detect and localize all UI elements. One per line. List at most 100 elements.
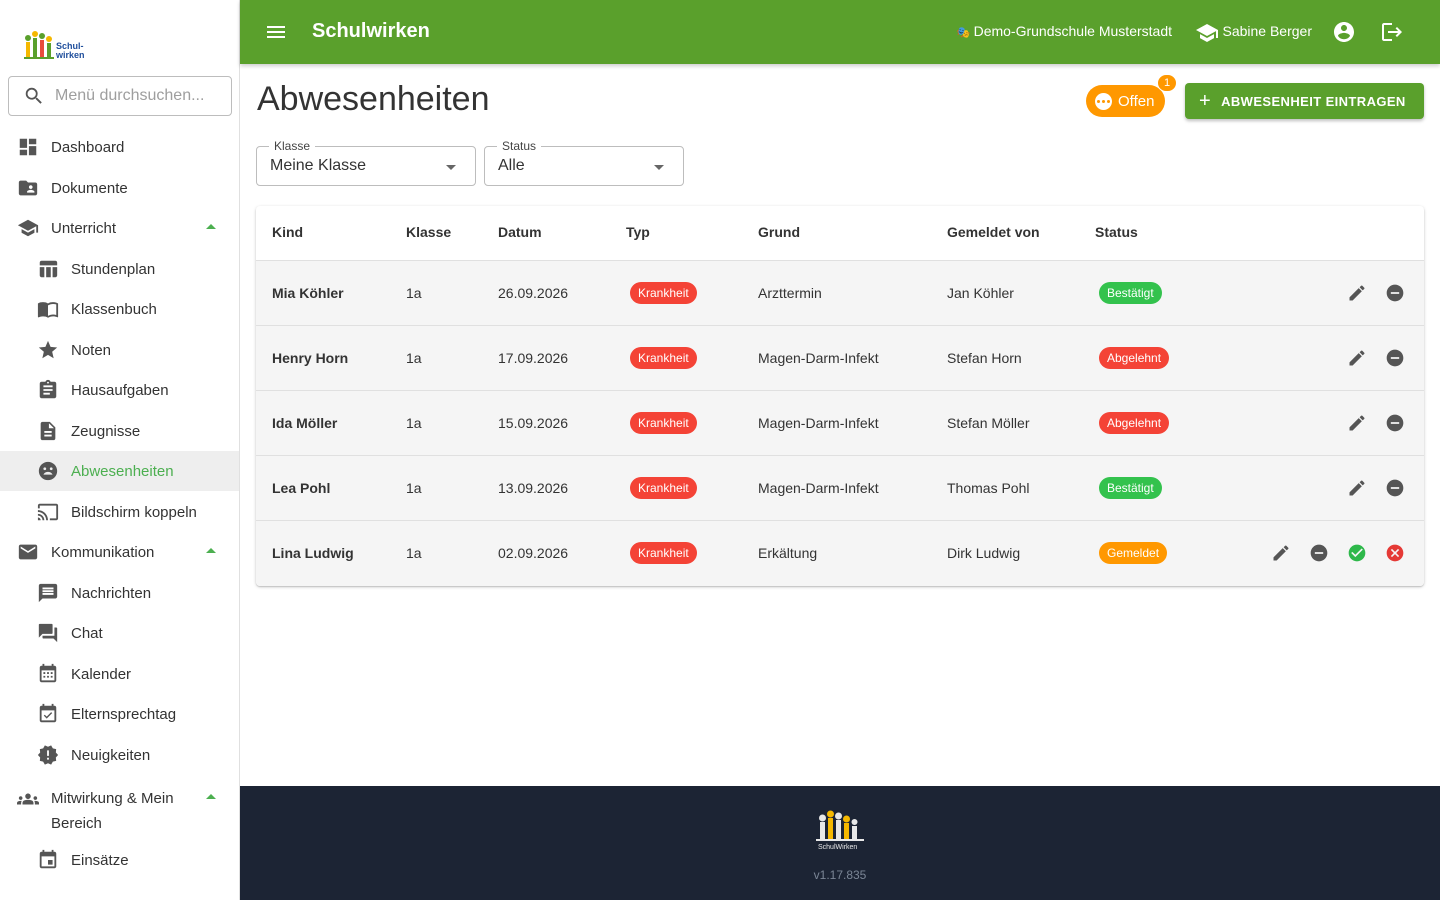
- sidebar: Schul- wirken Dashboard Dokumente Unterr…: [0, 0, 240, 900]
- table-row[interactable]: Lea Pohl 1a 13.09.2026 Krankheit Magen-D…: [256, 456, 1424, 521]
- nav-zeugnisse[interactable]: Zeugnisse: [0, 411, 239, 451]
- nav-kommunikation[interactable]: Kommunikation: [0, 532, 239, 572]
- remove-circle-icon[interactable]: [1385, 283, 1405, 303]
- add-absence-button[interactable]: + ABWESENHEIT EINTRAGEN: [1185, 83, 1424, 119]
- cell-klasse: 1a: [406, 350, 422, 366]
- nav-einsaetze[interactable]: Einsätze: [0, 840, 239, 880]
- status-select[interactable]: Status Alle: [484, 139, 684, 186]
- nav-neuigkeiten[interactable]: Neuigkeiten: [0, 735, 239, 775]
- menu-search-input[interactable]: [55, 87, 225, 105]
- col-header-status[interactable]: Status: [1095, 224, 1138, 240]
- table-icon: [37, 258, 59, 280]
- status-label: Status: [497, 139, 542, 153]
- calendar-icon: [37, 663, 59, 685]
- nav-label: Kommunikation: [51, 543, 155, 561]
- nav-nachrichten[interactable]: Nachrichten: [0, 573, 239, 613]
- table-row[interactable]: Lina Ludwig 1a 02.09.2026 Krankheit Erkä…: [256, 521, 1424, 586]
- app-version: v1.17.835: [813, 868, 867, 882]
- menu-icon[interactable]: [264, 20, 288, 44]
- col-header-kind[interactable]: Kind: [272, 224, 303, 240]
- star-icon: [37, 339, 59, 361]
- status-value: Alle: [498, 157, 525, 174]
- nav-label: Einsätze: [71, 851, 129, 869]
- schulwirken-logo[interactable]: Schul- wirken: [22, 28, 92, 62]
- approve-check-icon[interactable]: [1347, 543, 1367, 563]
- nav-hausaufgaben[interactable]: Hausaufgaben: [0, 370, 239, 410]
- klasse-label: Klasse: [269, 139, 316, 153]
- table-row[interactable]: Ida Möller 1a 15.09.2026 Krankheit Magen…: [256, 391, 1424, 456]
- nav-label: Bildschirm koppeln: [71, 503, 197, 521]
- cell-datum: 26.09.2026: [498, 285, 569, 301]
- chevron-up-icon: [206, 224, 216, 229]
- table-row[interactable]: Henry Horn 1a 17.09.2026 Krankheit Magen…: [256, 326, 1424, 391]
- absences-table: Kind Klasse Datum Typ Grund Gemeldet von…: [256, 206, 1424, 586]
- logout-icon[interactable]: [1380, 20, 1404, 44]
- edit-icon[interactable]: [1347, 348, 1367, 368]
- cell-gemeldet-von: Stefan Möller: [947, 415, 1030, 431]
- cell-kind: Lina Ludwig: [272, 545, 354, 561]
- dashboard-icon: [17, 136, 39, 158]
- nav-stundenplan[interactable]: Stundenplan: [0, 249, 239, 289]
- remove-circle-icon[interactable]: [1309, 543, 1329, 563]
- school-icon: [17, 217, 39, 239]
- typ-chip: Krankheit: [630, 412, 697, 434]
- account-circle-icon[interactable]: [1332, 20, 1356, 44]
- nav-bildschirm-koppeln[interactable]: Bildschirm koppeln: [0, 492, 239, 532]
- more-dots-icon: [1095, 92, 1112, 110]
- remove-circle-icon[interactable]: [1385, 348, 1405, 368]
- offen-label: Offen: [1118, 92, 1155, 110]
- cell-datum: 17.09.2026: [498, 350, 569, 366]
- book-open-icon: [37, 298, 59, 320]
- nav-kalender[interactable]: Kalender: [0, 654, 239, 694]
- nav-chat[interactable]: Chat: [0, 613, 239, 653]
- edit-icon[interactable]: [1347, 283, 1367, 303]
- sick-face-icon: [37, 460, 59, 482]
- col-header-typ[interactable]: Typ: [626, 224, 650, 240]
- cell-grund: Erkältung: [758, 545, 818, 561]
- typ-chip: Krankheit: [630, 542, 697, 564]
- menu-search[interactable]: [8, 76, 232, 116]
- nav-label: Elternsprechtag: [71, 705, 177, 723]
- nav-label: Neuigkeiten: [71, 746, 151, 764]
- edit-icon[interactable]: [1347, 413, 1367, 433]
- cell-gemeldet-von: Stefan Horn: [947, 350, 1022, 366]
- cell-kind: Henry Horn: [272, 350, 349, 366]
- cell-klasse: 1a: [406, 545, 422, 561]
- edit-icon[interactable]: [1347, 478, 1367, 498]
- col-header-datum[interactable]: Datum: [498, 224, 542, 240]
- col-header-gemeldet-von[interactable]: Gemeldet von: [947, 224, 1040, 240]
- remove-circle-icon[interactable]: [1385, 478, 1405, 498]
- status-chip: Abgelehnt: [1099, 412, 1170, 434]
- offen-filter-chip[interactable]: Offen: [1086, 85, 1165, 117]
- edit-icon[interactable]: [1271, 543, 1291, 563]
- cell-kind: Lea Pohl: [272, 480, 331, 496]
- nav-abwesenheiten[interactable]: Abwesenheiten: [0, 451, 239, 491]
- description-icon: [37, 420, 59, 442]
- nav-klassenbuch[interactable]: Klassenbuch: [0, 289, 239, 329]
- cell-grund: Arzttermin: [758, 285, 822, 301]
- svg-text:wirken: wirken: [55, 50, 85, 60]
- nav-noten[interactable]: Noten: [0, 330, 239, 370]
- school-icon[interactable]: [1195, 21, 1219, 43]
- nav-elternsprechtag[interactable]: Elternsprechtag: [0, 694, 239, 734]
- nav-label: Zeugnisse: [71, 422, 141, 440]
- school-label: Demo-Grundschule Musterstadt: [973, 23, 1172, 39]
- col-header-grund[interactable]: Grund: [758, 224, 800, 240]
- nav-dokumente[interactable]: Dokumente: [0, 168, 239, 208]
- table-row[interactable]: Mia Köhler 1a 26.09.2026 Krankheit Arztt…: [256, 261, 1424, 326]
- nav-mitwirkung[interactable]: Mitwirkung & Mein Bereich: [0, 778, 239, 836]
- col-header-klasse[interactable]: Klasse: [406, 224, 451, 240]
- status-chip: Gemeldet: [1099, 542, 1168, 564]
- remove-circle-icon[interactable]: [1385, 413, 1405, 433]
- reject-cancel-icon[interactable]: [1385, 543, 1405, 563]
- nav-label: Mitwirkung & Mein Bereich: [51, 790, 174, 832]
- cell-grund: Magen-Darm-Infekt: [758, 480, 879, 496]
- user-name[interactable]: Sabine Berger: [1222, 23, 1312, 39]
- klasse-select[interactable]: Klasse Meine Klasse: [256, 139, 476, 186]
- nav-dashboard[interactable]: Dashboard: [0, 127, 239, 167]
- school-name[interactable]: 🎭 Demo-Grundschule Musterstadt: [957, 23, 1172, 39]
- nav-unterricht[interactable]: Unterricht: [0, 208, 239, 248]
- cast-icon: [37, 501, 59, 523]
- plus-icon: +: [1199, 90, 1212, 112]
- cell-kind: Mia Köhler: [272, 285, 344, 301]
